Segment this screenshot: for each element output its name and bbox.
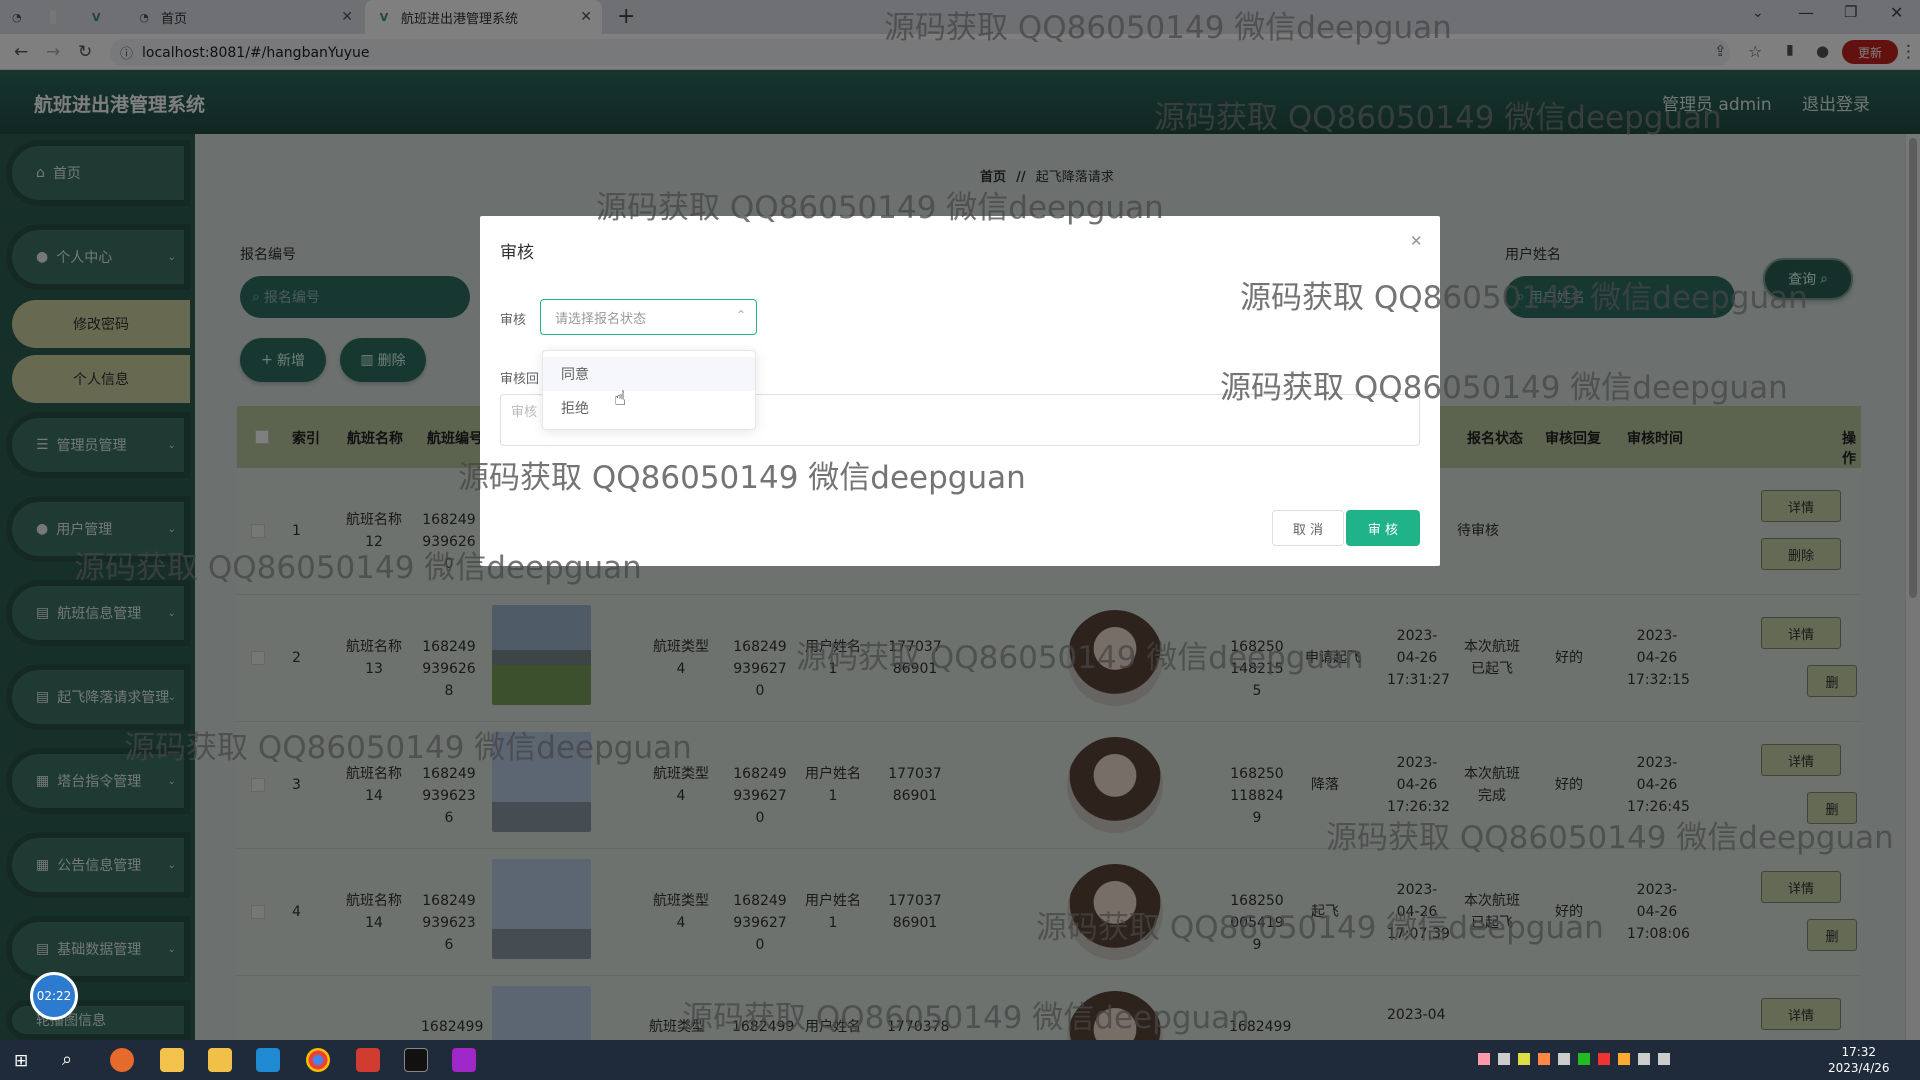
option-reject[interactable]: 拒绝 <box>543 391 755 425</box>
reply-placeholder: 审核 <box>511 405 538 420</box>
recording-timer[interactable]: 02:22 <box>30 972 78 1020</box>
tray-icon[interactable] <box>1598 1053 1610 1065</box>
cancel-label: 取 消 <box>1292 522 1324 538</box>
watermark: 源码获取 QQ86050149 微信deepguan <box>682 1000 1250 1036</box>
option-label: 拒绝 <box>561 401 589 417</box>
system-clock[interactable]: 17:32 2023/4/26 <box>1828 1044 1890 1076</box>
clock-date: 2023/4/26 <box>1828 1061 1890 1075</box>
confirm-button[interactable]: 审 核 <box>1346 510 1420 546</box>
watermark: 源码获取 QQ86050149 微信deepguan <box>596 190 1164 226</box>
watermark: 源码获取 QQ86050149 微信deepguan <box>1154 100 1722 136</box>
taskbar: ⊞ ⌕ 17:32 2023/4/26 <box>0 1040 1920 1080</box>
reply-field-label: 审核回 <box>500 372 540 387</box>
volume-icon[interactable] <box>1658 1053 1670 1065</box>
dialog-title: 审核 <box>500 243 534 263</box>
chevron-up-icon: ⌃ <box>735 308 746 322</box>
wifi-icon[interactable] <box>1638 1053 1650 1065</box>
wechat-icon[interactable] <box>1578 1053 1590 1065</box>
idea-icon[interactable] <box>452 1048 476 1072</box>
watermark: 源码获取 QQ86050149 微信deepguan <box>1220 370 1788 406</box>
option-approve[interactable]: 同意 <box>543 357 755 391</box>
system-tray <box>1478 1053 1808 1067</box>
watermark: 源码获取 QQ86050149 微信deepguan <box>796 640 1364 676</box>
watermark: 源码获取 QQ86050149 微信deepguan <box>458 460 1026 496</box>
confirm-label: 审 核 <box>1367 522 1399 538</box>
tray-icon[interactable] <box>1558 1053 1570 1065</box>
terminal-icon[interactable] <box>404 1048 428 1072</box>
file-explorer-icon[interactable] <box>208 1048 232 1072</box>
tray-icon[interactable] <box>1518 1053 1530 1065</box>
watermark: 源码获取 QQ86050149 微信deepguan <box>124 730 692 766</box>
tray-icon[interactable] <box>1498 1053 1510 1065</box>
vscode-icon[interactable] <box>256 1048 280 1072</box>
tray-icon[interactable] <box>1538 1053 1550 1065</box>
firefox-icon[interactable] <box>110 1048 134 1072</box>
close-icon[interactable]: ✕ <box>1410 232 1423 250</box>
tray-icon[interactable] <box>1478 1053 1490 1065</box>
chrome-icon[interactable] <box>306 1048 330 1072</box>
watermark: 源码获取 QQ86050149 微信deepguan <box>884 10 1452 46</box>
watermark: 源码获取 QQ86050149 微信deepguan <box>1326 820 1894 856</box>
watermark: 源码获取 QQ86050149 微信deepguan <box>1036 910 1604 946</box>
option-label: 同意 <box>561 367 589 383</box>
wps-icon[interactable] <box>356 1048 380 1072</box>
cancel-button[interactable]: 取 消 <box>1272 510 1344 546</box>
select-placeholder: 请选择报名状态 <box>555 311 647 327</box>
mouse-cursor-icon: ☝ <box>614 386 627 410</box>
clock-time: 17:32 <box>1841 1045 1877 1059</box>
status-field-label: 审核 <box>500 313 527 328</box>
app-icon[interactable] <box>160 1048 184 1072</box>
windows-start-icon[interactable]: ⊞ <box>14 1051 28 1071</box>
status-dropdown: 同意 拒绝 <box>542 350 756 430</box>
watermark: 源码获取 QQ86050149 微信deepguan <box>74 550 642 586</box>
tray-icon[interactable] <box>1618 1053 1630 1065</box>
watermark: 源码获取 QQ86050149 微信deepguan <box>1240 280 1808 316</box>
status-select[interactable]: 请选择报名状态 ⌃ <box>540 299 757 335</box>
timer-label: 02:22 <box>36 989 72 1003</box>
search-icon[interactable]: ⌕ <box>62 1049 72 1070</box>
